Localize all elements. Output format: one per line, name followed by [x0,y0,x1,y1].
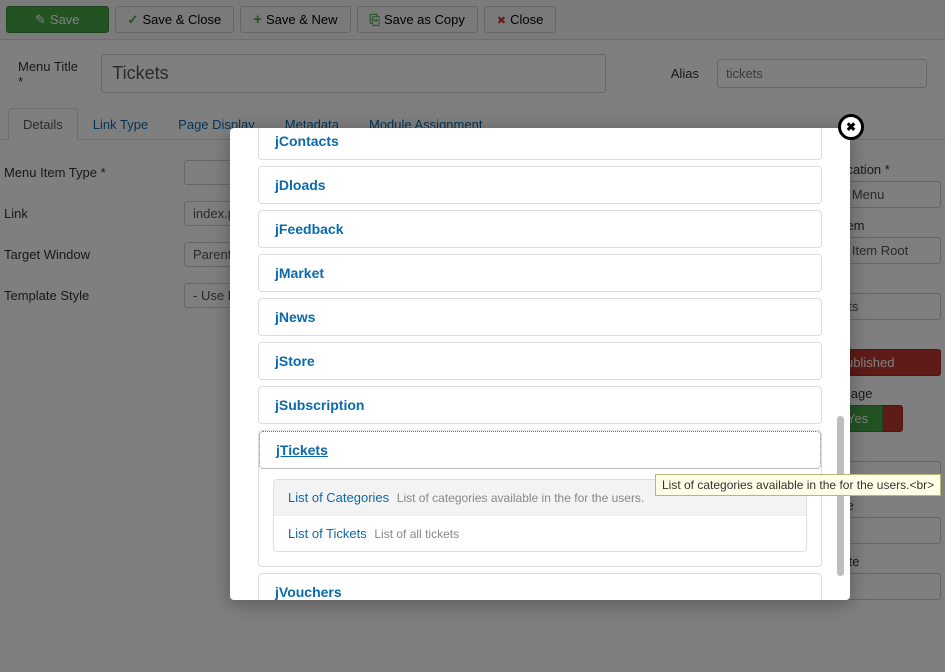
component-jdloads[interactable]: jDloads [259,167,821,203]
view-list-of-tickets-title: List of Tickets [288,526,367,541]
component-jvouchers[interactable]: jVouchers [259,574,821,600]
modal-scrollbar-thumb[interactable] [837,416,844,576]
tooltip: List of categories available in the for … [655,474,941,496]
component-jsubscription[interactable]: jSubscription [259,387,821,423]
menu-item-type-modal: jContacts jDloads jFeedback jMarket jNew… [230,128,850,600]
component-jtickets-panel: jTickets List of Categories List of cate… [258,430,822,567]
view-list-of-categories-desc: List of categories available in the for … [397,491,644,505]
component-jnews[interactable]: jNews [259,299,821,335]
component-jfeedback[interactable]: jFeedback [259,211,821,247]
modal-close-button[interactable] [838,114,864,140]
modal-scrollbar[interactable] [837,136,844,591]
component-jtickets[interactable]: jTickets [259,431,821,469]
component-jmarket[interactable]: jMarket [259,255,821,291]
view-list-of-tickets[interactable]: List of Tickets List of all tickets [274,515,806,551]
component-jstore[interactable]: jStore [259,343,821,379]
view-list-of-tickets-desc: List of all tickets [374,527,459,541]
view-list-of-categories-title: List of Categories [288,490,389,505]
component-jcontacts[interactable]: jContacts [259,128,821,159]
